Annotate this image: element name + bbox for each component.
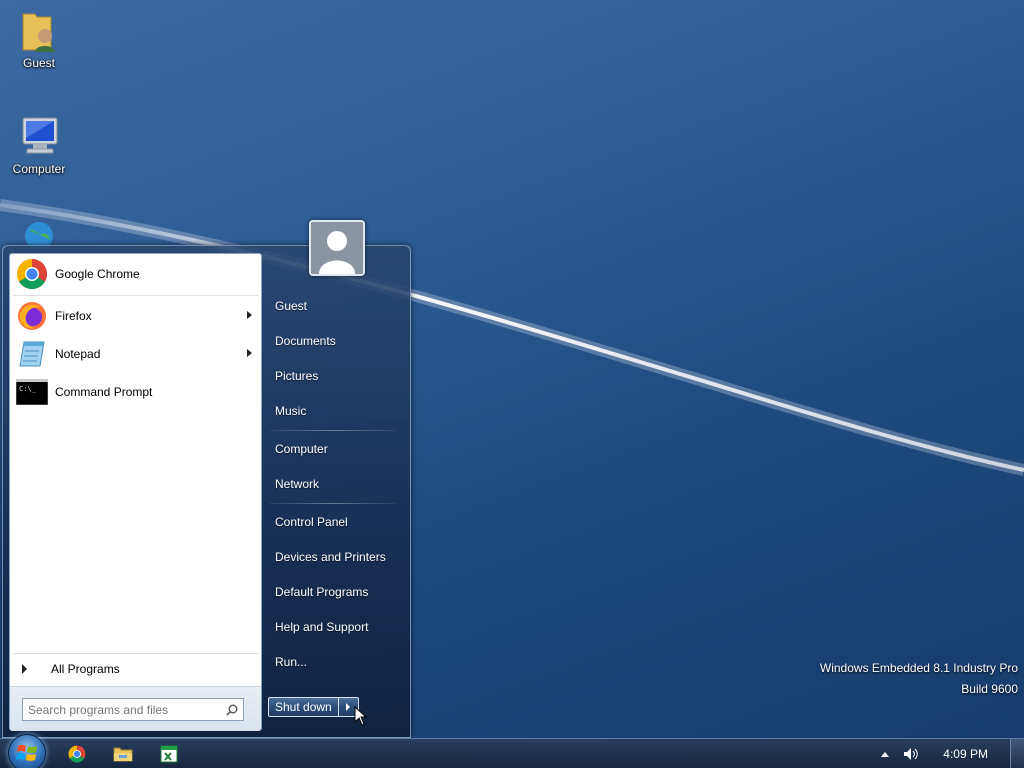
os-build-text: Build 9600: [961, 682, 1018, 696]
submenu-arrow-icon[interactable]: [247, 349, 252, 357]
program-google-chrome[interactable]: Google Chrome: [13, 255, 258, 293]
search-icon[interactable]: [221, 699, 243, 720]
right-item-pictures[interactable]: Pictures: [269, 359, 397, 392]
os-version-watermark: Windows Embedded 8.1 Industry Pro Build …: [820, 658, 1018, 700]
desktop-icon-guest[interactable]: Guest: [4, 6, 74, 70]
search-box[interactable]: [22, 698, 244, 721]
svg-text:C:\_: C:\_: [19, 385, 37, 393]
show-desktop-button[interactable]: [1010, 739, 1024, 768]
right-item-control-panel[interactable]: Control Panel: [269, 505, 397, 538]
submenu-arrow-icon[interactable]: [247, 311, 252, 319]
right-separator: [269, 430, 397, 431]
chrome-icon: [15, 257, 49, 291]
programs-pane: Google Chrome Firefox Notepad C:\_ Comma…: [9, 253, 262, 731]
chevron-right-icon: [346, 703, 351, 711]
right-item-network[interactable]: Network: [269, 467, 397, 500]
chrome-icon: [68, 745, 86, 763]
all-programs-label: All Programs: [51, 662, 120, 676]
taskbar-chrome-button[interactable]: [62, 742, 92, 766]
program-label: Notepad: [55, 347, 101, 361]
all-programs-button[interactable]: All Programs: [17, 657, 252, 681]
mouse-cursor-icon: [354, 706, 368, 726]
volume-icon[interactable]: [903, 747, 919, 761]
os-version-text: Windows Embedded 8.1 Industry Pro: [819, 661, 1018, 675]
right-item-help-support[interactable]: Help and Support: [269, 610, 397, 643]
user-account-picture[interactable]: [309, 220, 365, 276]
taskbar-spreadsheet-button[interactable]: [154, 742, 184, 766]
right-item-default-programs[interactable]: Default Programs: [269, 575, 397, 608]
shutdown-button[interactable]: Shut down: [268, 697, 339, 717]
search-area: [10, 686, 261, 731]
system-tray: 4:09 PM: [881, 739, 1024, 768]
right-item-guest[interactable]: Guest: [269, 289, 397, 322]
clock[interactable]: 4:09 PM: [943, 747, 988, 761]
right-item-run[interactable]: Run...: [269, 645, 397, 678]
program-command-prompt[interactable]: C:\_ Command Prompt: [13, 373, 258, 411]
user-avatar-icon: [311, 222, 363, 274]
desktop-icon-label: Computer: [12, 162, 66, 176]
windows-logo-icon: [16, 744, 37, 761]
start-menu: Google Chrome Firefox Notepad C:\_ Comma…: [2, 220, 411, 738]
program-label: Command Prompt: [55, 385, 153, 399]
taskbar-explorer-button[interactable]: [108, 742, 138, 766]
firefox-icon: [15, 299, 49, 333]
program-label: Firefox: [55, 309, 92, 323]
notepad-icon: [15, 337, 49, 371]
all-programs-separator: [13, 653, 258, 654]
program-notepad[interactable]: Notepad: [13, 335, 258, 373]
desktop-icon-label: Guest: [22, 56, 55, 70]
pinned-separator: [13, 295, 258, 296]
desktop-icon-computer[interactable]: Computer: [4, 112, 74, 176]
spreadsheet-app-icon: [160, 745, 178, 763]
user-folder-icon: [15, 6, 63, 54]
computer-icon: [15, 112, 63, 160]
program-firefox[interactable]: Firefox: [13, 297, 258, 335]
start-button[interactable]: [8, 734, 46, 768]
program-label: Google Chrome: [55, 267, 140, 281]
search-input[interactable]: [23, 700, 221, 719]
expand-arrow-icon: [22, 664, 27, 674]
right-item-music[interactable]: Music: [269, 394, 397, 427]
shutdown-group: Shut down: [268, 697, 359, 717]
right-item-documents[interactable]: Documents: [269, 324, 397, 357]
right-item-devices-printers[interactable]: Devices and Printers: [269, 540, 397, 573]
command-prompt-icon: C:\_: [15, 375, 49, 409]
show-hidden-icons-button[interactable]: [881, 751, 890, 757]
right-separator: [269, 503, 397, 504]
right-item-computer[interactable]: Computer: [269, 432, 397, 465]
taskbar: 4:09 PM: [0, 734, 1024, 768]
file-explorer-icon: [113, 747, 133, 762]
